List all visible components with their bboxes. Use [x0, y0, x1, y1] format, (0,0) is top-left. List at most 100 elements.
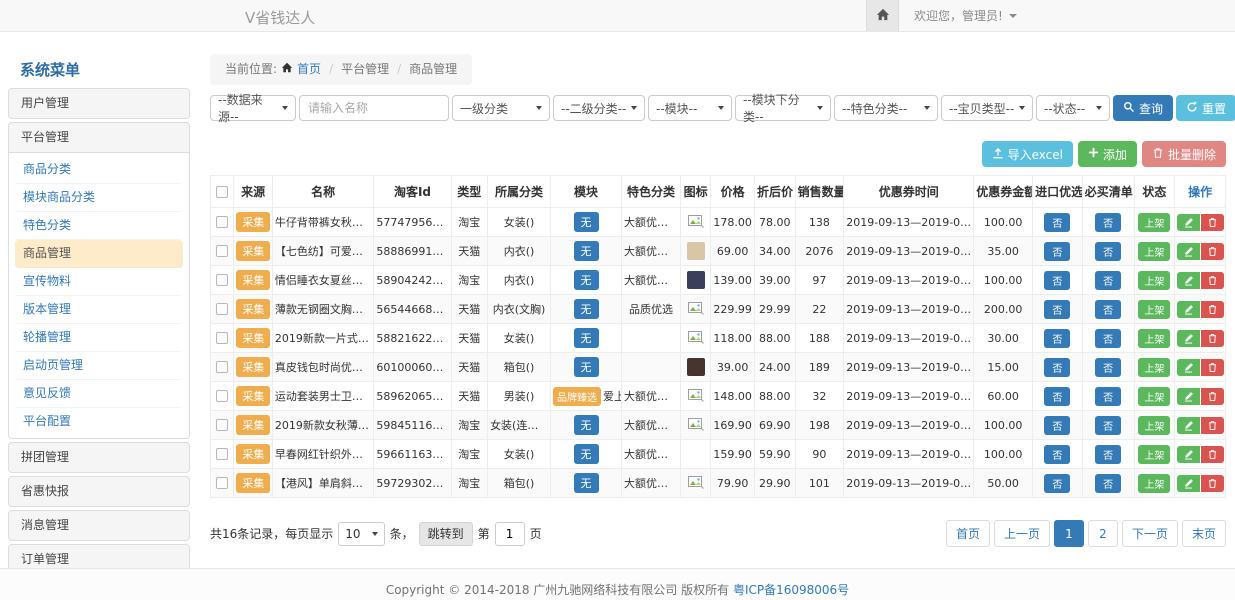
- delete-button[interactable]: [1201, 301, 1224, 318]
- filter-select-5[interactable]: --模块下分类--: [735, 95, 831, 121]
- status-button[interactable]: 上架: [1138, 445, 1170, 464]
- edit-button[interactable]: [1177, 446, 1200, 463]
- delete-button[interactable]: [1201, 330, 1224, 347]
- must-buy-toggle[interactable]: 否: [1095, 416, 1121, 435]
- home-button[interactable]: [866, 0, 899, 31]
- sidebar-item-3[interactable]: 省惠快报: [8, 476, 190, 507]
- status-button[interactable]: 上架: [1138, 416, 1170, 435]
- select-all-checkbox[interactable]: [216, 186, 228, 198]
- edit-button[interactable]: [1177, 359, 1200, 376]
- filter-select-3[interactable]: --二级分类--: [553, 95, 645, 121]
- per-page-select[interactable]: 10: [338, 522, 384, 546]
- import-select-toggle[interactable]: 否: [1044, 387, 1070, 406]
- delete-button[interactable]: [1201, 243, 1224, 260]
- name-search-input[interactable]: [299, 95, 449, 121]
- filter-select-4[interactable]: --模块--: [648, 95, 732, 121]
- status-button[interactable]: 上架: [1138, 358, 1170, 377]
- edit-button[interactable]: [1177, 330, 1200, 347]
- edit-button[interactable]: [1177, 475, 1200, 492]
- delete-button[interactable]: [1201, 214, 1224, 231]
- sidebar-subitem-0[interactable]: 商品分类: [15, 156, 183, 184]
- page-button-下一页[interactable]: 下一页: [1122, 520, 1178, 547]
- filter-select-2[interactable]: 一级分类: [452, 95, 550, 121]
- page-button-上一页[interactable]: 上一页: [994, 520, 1050, 547]
- page-button-首页[interactable]: 首页: [946, 520, 990, 547]
- reset-button[interactable]: 重置: [1176, 95, 1235, 121]
- row-checkbox[interactable]: [216, 390, 228, 402]
- search-button[interactable]: 查询: [1113, 95, 1173, 121]
- sidebar-subitem-1[interactable]: 模块商品分类: [15, 184, 183, 212]
- delete-button[interactable]: [1201, 272, 1224, 289]
- must-buy-toggle[interactable]: 否: [1095, 445, 1121, 464]
- edit-button[interactable]: [1177, 243, 1200, 260]
- must-buy-toggle[interactable]: 否: [1095, 271, 1121, 290]
- must-buy-toggle[interactable]: 否: [1095, 387, 1121, 406]
- sidebar-subitem-2[interactable]: 特色分类: [15, 212, 183, 240]
- import-excel-button[interactable]: 导入excel: [982, 141, 1073, 167]
- status-button[interactable]: 上架: [1138, 474, 1170, 493]
- import-select-toggle[interactable]: 否: [1044, 329, 1070, 348]
- status-button[interactable]: 上架: [1138, 329, 1170, 348]
- filter-select-0[interactable]: --数据来源--: [210, 95, 296, 121]
- sidebar-item-1[interactable]: 平台管理: [8, 122, 190, 153]
- status-button[interactable]: 上架: [1138, 242, 1170, 261]
- row-checkbox[interactable]: [216, 245, 228, 257]
- page-button-1[interactable]: 1: [1054, 520, 1084, 547]
- sidebar-item-0[interactable]: 用户管理: [8, 88, 190, 119]
- must-buy-toggle[interactable]: 否: [1095, 329, 1121, 348]
- row-checkbox[interactable]: [216, 274, 228, 286]
- status-button[interactable]: 上架: [1138, 213, 1170, 232]
- filter-select-8[interactable]: --状态--: [1036, 95, 1110, 121]
- sidebar-subitem-5[interactable]: 版本管理: [15, 296, 183, 324]
- sidebar-subitem-8[interactable]: 意见反馈: [15, 380, 183, 408]
- page-number-input[interactable]: [495, 522, 525, 546]
- row-checkbox[interactable]: [216, 332, 228, 344]
- sidebar-item-4[interactable]: 消息管理: [8, 510, 190, 541]
- row-checkbox[interactable]: [216, 361, 228, 373]
- user-menu[interactable]: 欢迎您，管理员!: [914, 7, 1017, 24]
- row-checkbox[interactable]: [216, 216, 228, 228]
- icp-link[interactable]: 粤ICP备16098006号: [733, 583, 849, 597]
- row-checkbox[interactable]: [216, 303, 228, 315]
- row-checkbox[interactable]: [216, 448, 228, 460]
- import-select-toggle[interactable]: 否: [1044, 416, 1070, 435]
- edit-button[interactable]: [1177, 272, 1200, 289]
- status-button[interactable]: 上架: [1138, 387, 1170, 406]
- status-button[interactable]: 上架: [1138, 300, 1170, 319]
- delete-button[interactable]: [1201, 359, 1224, 376]
- edit-button[interactable]: [1177, 301, 1200, 318]
- must-buy-toggle[interactable]: 否: [1095, 358, 1121, 377]
- delete-button[interactable]: [1201, 388, 1224, 405]
- edit-button[interactable]: [1177, 388, 1200, 405]
- page-button-2[interactable]: 2: [1088, 520, 1118, 547]
- must-buy-toggle[interactable]: 否: [1095, 474, 1121, 493]
- import-select-toggle[interactable]: 否: [1044, 242, 1070, 261]
- import-select-toggle[interactable]: 否: [1044, 271, 1070, 290]
- batch-delete-button[interactable]: 批量删除: [1142, 141, 1226, 167]
- import-select-toggle[interactable]: 否: [1044, 474, 1070, 493]
- sidebar-subitem-7[interactable]: 启动页管理: [15, 352, 183, 380]
- sidebar-subitem-3[interactable]: 商品管理: [15, 240, 183, 268]
- delete-button[interactable]: [1201, 417, 1224, 434]
- add-button[interactable]: 添加: [1078, 141, 1137, 167]
- delete-button[interactable]: [1201, 475, 1224, 492]
- jump-button[interactable]: 跳转到: [419, 522, 473, 546]
- status-button[interactable]: 上架: [1138, 271, 1170, 290]
- must-buy-toggle[interactable]: 否: [1095, 300, 1121, 319]
- page-button-末页[interactable]: 末页: [1182, 520, 1226, 547]
- edit-button[interactable]: [1177, 214, 1200, 231]
- import-select-toggle[interactable]: 否: [1044, 445, 1070, 464]
- filter-select-6[interactable]: --特色分类--: [834, 95, 938, 121]
- sidebar-subitem-6[interactable]: 轮播管理: [15, 324, 183, 352]
- import-select-toggle[interactable]: 否: [1044, 300, 1070, 319]
- import-select-toggle[interactable]: 否: [1044, 213, 1070, 232]
- import-select-toggle[interactable]: 否: [1044, 358, 1070, 377]
- filter-select-7[interactable]: --宝贝类型--: [941, 95, 1033, 121]
- must-buy-toggle[interactable]: 否: [1095, 213, 1121, 232]
- sidebar-subitem-4[interactable]: 宣传物料: [15, 268, 183, 296]
- sidebar-subitem-9[interactable]: 平台配置: [15, 408, 183, 435]
- edit-button[interactable]: [1177, 417, 1200, 434]
- row-checkbox[interactable]: [216, 477, 228, 489]
- must-buy-toggle[interactable]: 否: [1095, 242, 1121, 261]
- delete-button[interactable]: [1201, 446, 1224, 463]
